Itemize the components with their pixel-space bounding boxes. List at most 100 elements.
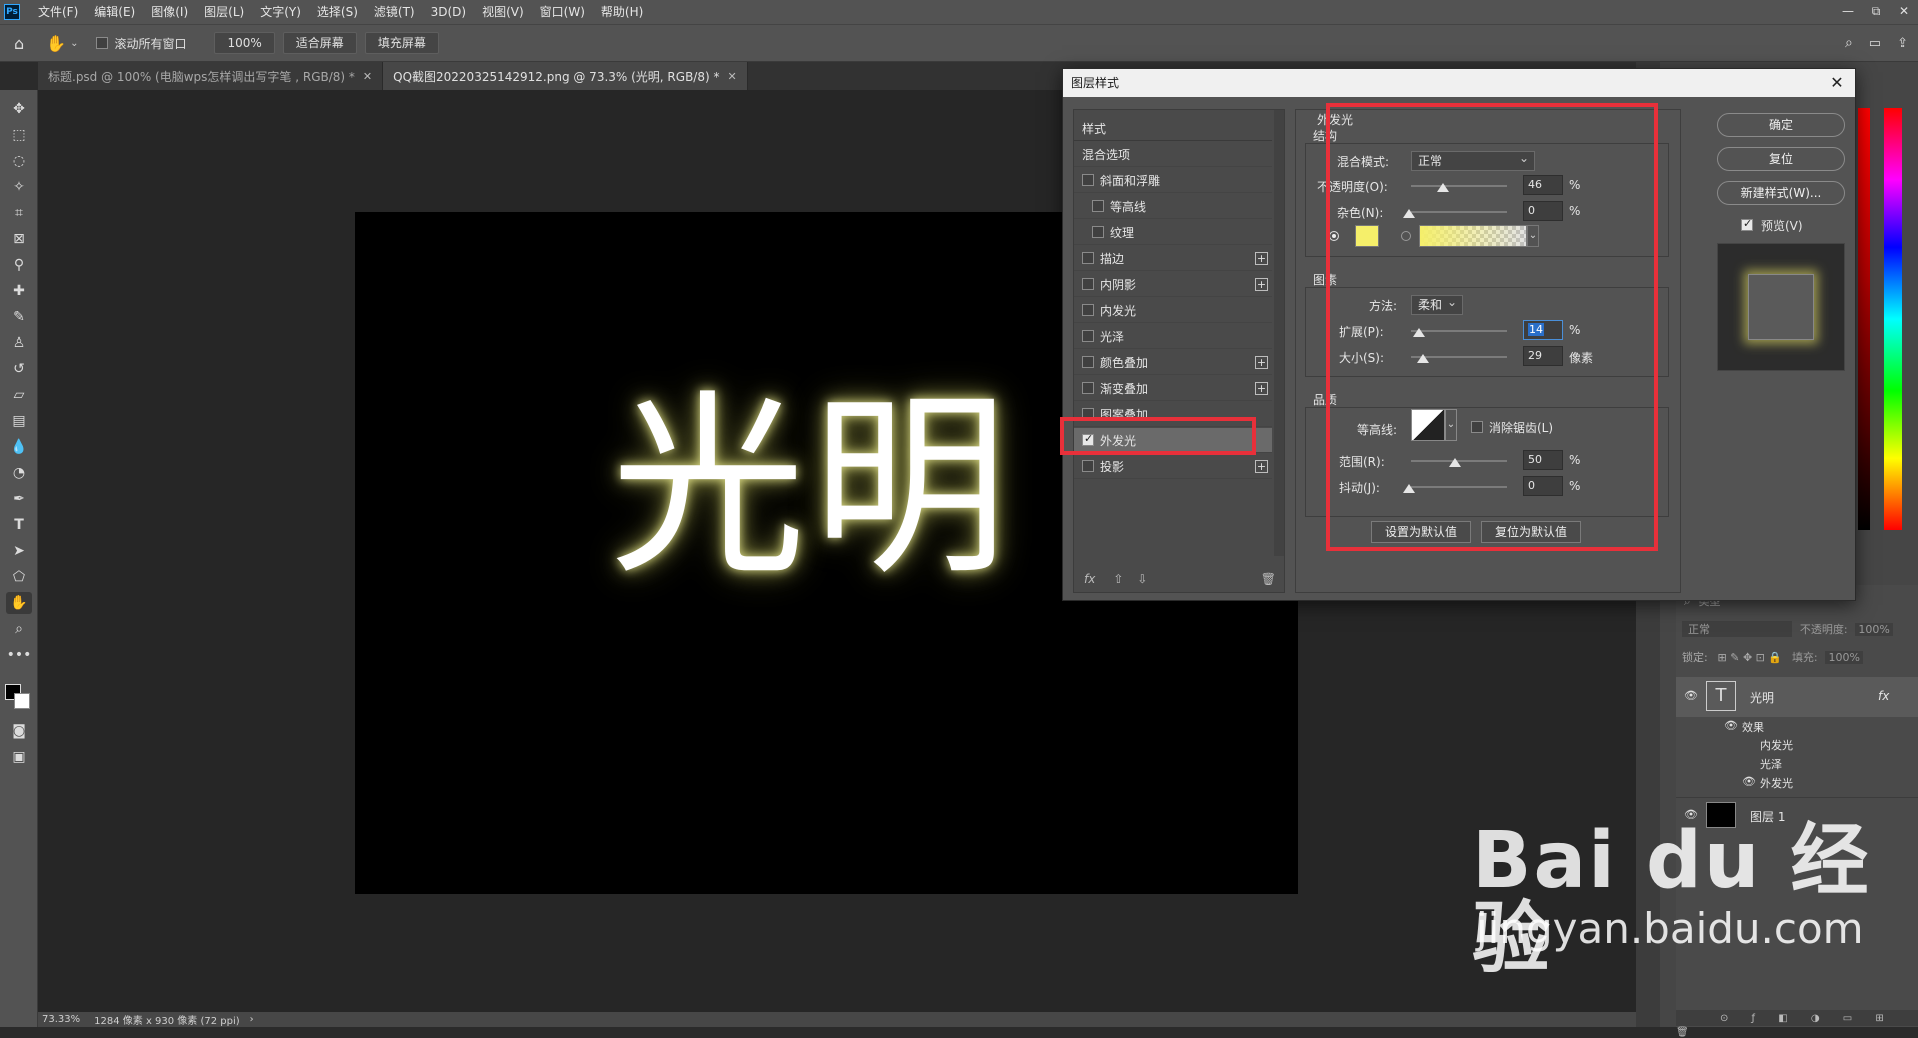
style-item-drop-shadow[interactable]: 投影 + — [1074, 454, 1272, 479]
layer-effect-inner-glow[interactable]: 内发光 — [1676, 737, 1918, 755]
search-icon[interactable]: ⌕ — [1845, 35, 1853, 51]
hue-slider[interactable] — [1884, 108, 1902, 530]
style-checkbox[interactable] — [1082, 356, 1094, 368]
magic-wand-tool-icon[interactable]: ✧ — [6, 176, 32, 198]
style-list-scrollbar[interactable] — [1274, 110, 1284, 556]
menu-select[interactable]: 选择(S) — [309, 0, 366, 24]
menu-3d[interactable]: 3D(D) — [423, 0, 474, 24]
menu-layer[interactable]: 图层(L) — [196, 0, 252, 24]
lock-icons[interactable]: ⊞ ✎ ✥ ⊡ 🔒 — [1718, 651, 1783, 664]
zoom-100-button[interactable]: 100% — [214, 32, 275, 54]
more-tools-icon[interactable]: ••• — [6, 644, 32, 666]
menu-window[interactable]: 窗口(W) — [532, 0, 593, 24]
preview-checkbox[interactable] — [1741, 217, 1753, 231]
menu-help[interactable]: 帮助(H) — [593, 0, 651, 24]
scroll-all-checkbox[interactable] — [96, 37, 109, 49]
add-effect-icon[interactable]: + — [1255, 252, 1268, 265]
move-tool-icon[interactable]: ✥ — [6, 98, 32, 120]
tab-title-psd[interactable]: 标题.psd @ 100% (电脑wps怎样调出写字笔 , RGB/8) * ✕ — [38, 62, 384, 90]
hand-tool-icon[interactable]: ✋ — [6, 592, 32, 614]
home-icon[interactable]: ⌂ — [14, 34, 24, 53]
trash-icon[interactable]: 🗑 — [1261, 572, 1276, 586]
quick-mask-icon[interactable]: ◙ — [6, 720, 32, 742]
style-item-inner-glow[interactable]: 内发光 — [1074, 298, 1272, 323]
restore-button[interactable]: ⧉ — [1862, 0, 1890, 24]
menu-image[interactable]: 图像(I) — [143, 0, 196, 24]
style-item-contour[interactable]: 等高线 — [1074, 194, 1272, 219]
style-item-texture[interactable]: 纹理 — [1074, 220, 1272, 245]
style-item-gradient-overlay[interactable]: 渐变叠加 + — [1074, 376, 1272, 401]
path-selection-tool-icon[interactable]: ➤ — [6, 540, 32, 562]
layer-opacity-value[interactable]: 100% — [1855, 623, 1893, 636]
style-checkbox[interactable] — [1082, 460, 1094, 472]
style-checkbox[interactable] — [1082, 278, 1094, 290]
eye-icon[interactable]: 👁 — [1742, 775, 1756, 788]
new-style-button[interactable]: 新建样式(W)... — [1717, 181, 1845, 205]
lasso-tool-icon[interactable]: ◌ — [6, 150, 32, 172]
eye-icon[interactable]: 👁 — [1724, 719, 1738, 732]
fit-screen-button[interactable]: 适合屏幕 — [282, 32, 357, 54]
style-item-color-overlay[interactable]: 颜色叠加 + — [1074, 350, 1272, 375]
eye-icon[interactable]: 👁 — [1684, 689, 1698, 702]
brush-tool-icon[interactable]: ✎ — [6, 306, 32, 328]
style-item-bevel-emboss[interactable]: 斜面和浮雕 — [1074, 168, 1272, 193]
eraser-tool-icon[interactable]: ▱ — [6, 384, 32, 406]
chevron-down-icon[interactable]: ⌄ — [70, 38, 78, 49]
style-item-inner-shadow[interactable]: 内阴影 + — [1074, 272, 1272, 297]
style-checkbox[interactable] — [1082, 382, 1094, 394]
gradient-tool-icon[interactable]: ▤ — [6, 410, 32, 432]
ok-button[interactable]: 确定 — [1717, 113, 1845, 137]
blur-tool-icon[interactable]: 💧 — [6, 436, 32, 458]
dodge-tool-icon[interactable]: ◔ — [6, 462, 32, 484]
layer-effect-outer-glow[interactable]: 👁 外发光 — [1676, 775, 1918, 793]
workspace-icon[interactable]: ▭ — [1869, 36, 1881, 51]
menu-type[interactable]: 文字(Y) — [252, 0, 309, 24]
type-tool-icon[interactable]: T — [6, 514, 32, 536]
style-item-blending-options[interactable]: 混合选项 — [1074, 142, 1272, 167]
marquee-tool-icon[interactable]: ⬚ — [6, 124, 32, 146]
close-icon[interactable]: ✕ — [1825, 69, 1849, 97]
shape-tool-icon[interactable]: ⬠ — [6, 566, 32, 588]
fill-screen-button[interactable]: 填充屏幕 — [364, 32, 439, 54]
style-item-stroke[interactable]: 描边 + — [1074, 246, 1272, 271]
close-window-button[interactable]: ✕ — [1890, 0, 1918, 24]
move-down-icon[interactable]: ⇩ — [1137, 572, 1147, 586]
style-checkbox[interactable] — [1092, 226, 1104, 238]
style-checkbox[interactable] — [1082, 252, 1094, 264]
healing-brush-tool-icon[interactable]: ✚ — [6, 280, 32, 302]
frame-tool-icon[interactable]: ⊠ — [6, 228, 32, 250]
menu-file[interactable]: 文件(F) — [30, 0, 86, 24]
style-checkbox[interactable] — [1092, 200, 1104, 212]
hand-tool-preset-icon[interactable]: ✋ — [46, 34, 66, 53]
layers-footer-icons[interactable]: ⊙ ƒ ◧ ◑ ▭ ⊞ 🗑 — [1676, 1013, 1894, 1038]
fill-value[interactable]: 100% — [1825, 651, 1863, 664]
history-brush-tool-icon[interactable]: ↺ — [6, 358, 32, 380]
menu-filter[interactable]: 滤镜(T) — [366, 0, 423, 24]
crop-tool-icon[interactable]: ⌗ — [6, 202, 32, 224]
add-effect-icon[interactable]: + — [1255, 460, 1268, 473]
color-picker-field[interactable] — [1858, 108, 1870, 530]
close-icon[interactable]: ✕ — [363, 70, 372, 83]
share-icon[interactable]: ⇪ — [1897, 36, 1908, 51]
layer-blend-mode-dropdown[interactable]: 正常 — [1682, 621, 1792, 637]
style-item-satin[interactable]: 光泽 — [1074, 324, 1272, 349]
chevron-right-icon[interactable]: › — [250, 1014, 254, 1025]
fx-icon[interactable]: fx — [1878, 689, 1889, 703]
add-effect-icon[interactable]: + — [1255, 278, 1268, 291]
minimize-button[interactable]: — — [1834, 0, 1862, 24]
style-checkbox[interactable] — [1082, 330, 1094, 342]
reset-button[interactable]: 复位 — [1717, 147, 1845, 171]
style-checkbox[interactable] — [1082, 174, 1094, 186]
layer-effects-header[interactable]: 👁 效果 — [1676, 719, 1918, 737]
pen-tool-icon[interactable]: ✒ — [6, 488, 32, 510]
tab-qq-screenshot[interactable]: QQ截图20220325142912.png @ 73.3% (光明, RGB/… — [383, 62, 748, 90]
layer-effect-satin[interactable]: 光泽 — [1676, 756, 1918, 774]
add-effect-icon[interactable]: + — [1255, 356, 1268, 369]
close-icon[interactable]: ✕ — [727, 70, 736, 83]
move-up-icon[interactable]: ⇧ — [1113, 572, 1123, 586]
style-checkbox[interactable] — [1082, 304, 1094, 316]
menu-view[interactable]: 视图(V) — [474, 0, 532, 24]
menu-edit[interactable]: 编辑(E) — [86, 0, 143, 24]
screen-mode-icon[interactable]: ▣ — [6, 746, 32, 768]
zoom-tool-icon[interactable]: ⌕ — [6, 618, 32, 640]
